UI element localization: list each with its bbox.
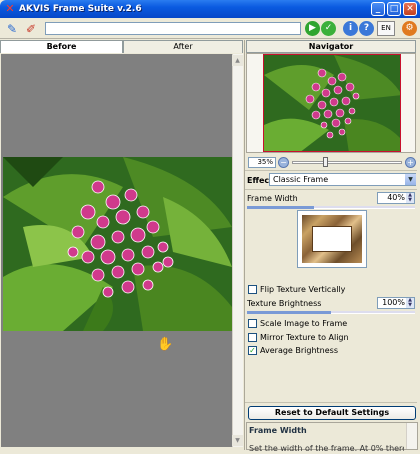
frame-width-slider-fill xyxy=(247,206,314,209)
average-brightness-label: Average Brightness xyxy=(260,346,339,355)
tab-before[interactable]: Before xyxy=(0,40,123,53)
preferences-icon[interactable]: ⚙ xyxy=(402,21,417,36)
help-text: Set the width of the frame. At 0% there … xyxy=(249,444,404,453)
texture-brightness-label: Texture Brightness xyxy=(247,299,322,308)
divider xyxy=(245,402,417,403)
help-icon[interactable]: ? xyxy=(359,21,374,36)
tab-after[interactable]: After xyxy=(123,40,243,53)
window-title: AKVIS Frame Suite v.2.6 xyxy=(19,4,142,14)
help-scrollbar[interactable] xyxy=(406,423,417,449)
average-brightness-checkbox[interactable]: ✓ xyxy=(248,346,257,355)
mirror-texture-label: Mirror Texture to Align xyxy=(260,333,349,342)
divider xyxy=(245,170,417,171)
vertical-scrollbar[interactable] xyxy=(232,54,243,447)
run-icon[interactable]: ▶ xyxy=(305,21,320,36)
apply-check-icon[interactable]: ✓ xyxy=(321,21,336,36)
effect-select[interactable]: Classic Frame xyxy=(269,173,416,186)
mirror-texture-checkbox[interactable] xyxy=(248,333,257,342)
divider xyxy=(245,189,417,190)
scale-image-checkbox[interactable] xyxy=(248,319,257,328)
zoom-in-icon[interactable]: + xyxy=(405,157,416,168)
frame-width-spinner-icon[interactable]: ▲ ▼ xyxy=(406,193,414,203)
reset-defaults-button[interactable]: Reset to Default Settings xyxy=(248,406,416,420)
progress-bar xyxy=(45,22,301,35)
texture-brightness-spinner-icon[interactable]: ▲ ▼ xyxy=(406,298,414,308)
frame-width-label: Frame Width xyxy=(247,194,298,203)
texture-brightness-slider-fill xyxy=(247,311,331,314)
scroll-down-icon[interactable]: ▼ xyxy=(232,435,243,446)
akvis-logo-icon: ✕ xyxy=(5,2,15,15)
texture-center xyxy=(312,226,352,252)
scroll-up-icon[interactable]: ▲ xyxy=(232,55,243,66)
zoom-slider-track[interactable] xyxy=(292,161,402,164)
open-image-icon[interactable]: ✎ xyxy=(4,21,20,37)
flip-texture-label: Flip Texture Vertically xyxy=(260,285,346,294)
maximize-button[interactable]: □ xyxy=(387,2,401,16)
save-image-icon[interactable]: ✐ xyxy=(23,21,39,37)
scale-image-label: Scale Image to Frame xyxy=(260,319,348,328)
language-button[interactable]: EN xyxy=(377,21,395,36)
info-icon[interactable]: i xyxy=(343,21,358,36)
minimize-button[interactable]: _ xyxy=(371,2,385,16)
close-button[interactable]: ✕ xyxy=(403,2,417,16)
zoom-field[interactable]: 35% xyxy=(248,157,276,168)
navigator-header: Navigator xyxy=(246,40,416,53)
orchid-photo xyxy=(3,157,232,331)
navigator-thumbnail[interactable] xyxy=(263,54,401,152)
hand-cursor-icon: ✋ xyxy=(157,337,174,352)
chevron-down-icon[interactable]: ▼ xyxy=(405,174,416,185)
zoom-slider-thumb[interactable] xyxy=(323,157,328,167)
help-title: Frame Width xyxy=(249,426,307,435)
flip-texture-checkbox[interactable] xyxy=(248,285,257,294)
zoom-out-icon[interactable]: − xyxy=(278,157,289,168)
